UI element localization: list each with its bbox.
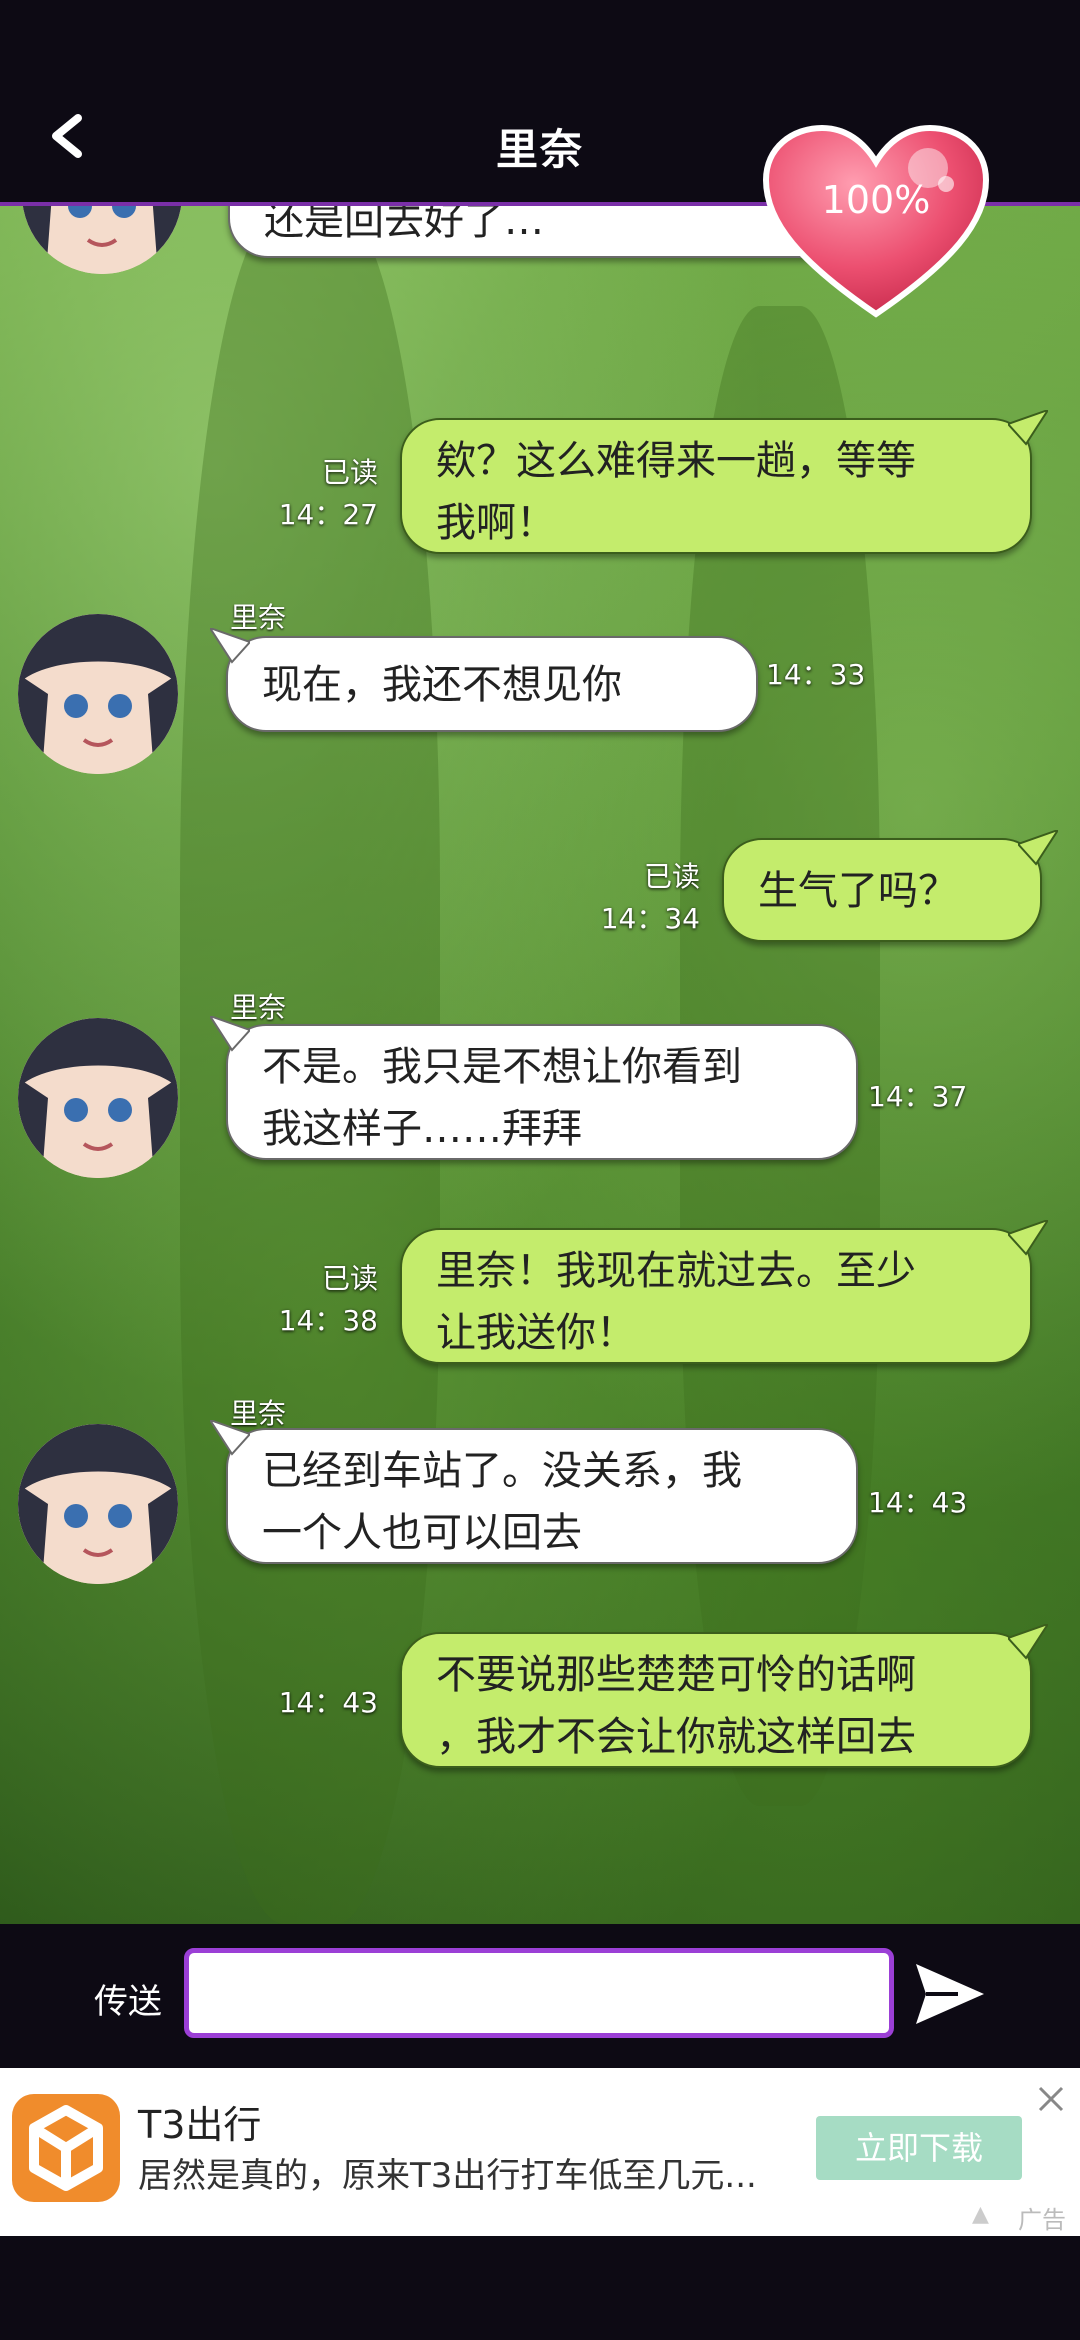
avatar[interactable] — [18, 1018, 178, 1178]
message-input[interactable] — [184, 1948, 894, 2038]
read-receipt: 已读 — [643, 860, 700, 893]
message-line: 已经到车站了。没关系，我 — [262, 1448, 742, 1494]
affinity-percent: 100% — [821, 178, 931, 222]
bubble-tail — [1018, 830, 1058, 866]
bubble-tail — [1008, 1624, 1048, 1660]
heart-icon — [762, 124, 990, 318]
chat-area[interactable]: 还是回去好了… 已读 14：27 欸？这么难得来一趟，等等 我啊！ 里奈 现在，… — [0, 206, 1080, 1924]
message-bubble-outgoing: 生气了吗？ — [722, 830, 1058, 942]
bubble-tail — [1008, 410, 1048, 446]
message-line: 欸？这么难得来一趟，等等 — [436, 438, 916, 484]
status-bar — [0, 0, 1080, 80]
close-icon[interactable] — [1036, 2084, 1066, 2114]
message-time: 14：37 — [868, 1080, 968, 1113]
message-line: 我啊！ — [436, 500, 556, 546]
message-time: 14：43 — [868, 1486, 968, 1519]
message-meta: 已读 14：34 — [590, 856, 700, 940]
message-bubble-outgoing: 欸？这么难得来一趟，等等 我啊！ — [400, 410, 1048, 554]
avatar — [22, 206, 182, 274]
bubble-tail — [210, 1420, 250, 1456]
message-input-bar: 传送 — [0, 1928, 1080, 2066]
ad-description[interactable]: 居然是真的，原来T3出行打车低至几元... — [138, 2148, 798, 2197]
message-bubble-incoming: 不是。我只是不想让你看到 我这样子……拜拜 — [210, 1016, 858, 1160]
message-line: 不是。我只是不想让你看到 — [262, 1044, 742, 1090]
bubble-tail — [210, 628, 250, 664]
message-line: 现在，我还不想见你 — [262, 662, 622, 708]
read-receipt: 已读 — [321, 456, 378, 489]
message-bubble-incoming: 现在，我还不想见你 — [210, 628, 758, 732]
ad-logo[interactable] — [12, 2094, 120, 2202]
send-label: 传送 — [94, 1982, 162, 2022]
message-line: 我这样子……拜拜 — [262, 1106, 582, 1152]
ad-banner[interactable]: T3出行 居然是真的，原来T3出行打车低至几元... 立即下载 ▲ 广告 — [0, 2068, 1080, 2236]
message-bubble-incoming: 已经到车站了。没关系，我 一个人也可以回去 — [210, 1420, 858, 1564]
ad-download-button[interactable]: 立即下载 — [816, 2116, 1022, 2180]
app-logo-icon — [29, 2105, 103, 2191]
message-time: 14：34 — [600, 902, 700, 935]
message-time: 14：38 — [278, 1304, 378, 1337]
message-line: 一个人也可以回去 — [262, 1510, 582, 1556]
ad-tag: 广告 — [1018, 2206, 1066, 2234]
message-time: 14：43 — [278, 1686, 378, 1719]
avatar[interactable] — [18, 1424, 178, 1584]
message-line: 让我送你！ — [436, 1310, 636, 1356]
message-text: 还是回去好了… — [264, 206, 544, 244]
message-line: 生气了吗？ — [758, 868, 958, 914]
message-line: ，我才不会让你就这样回去 — [436, 1714, 916, 1760]
message-time: 14：27 — [278, 498, 378, 531]
bubble-tail — [1008, 1220, 1048, 1256]
message-meta: 已读 14：38 — [250, 1258, 378, 1342]
avatar[interactable] — [18, 614, 178, 774]
ad-network-icon: ▲ — [972, 2202, 989, 2227]
message-line: 里奈！我现在就过去。至少 — [436, 1248, 916, 1294]
bubble-tail — [210, 1016, 250, 1052]
message-meta: 已读 14：27 — [250, 452, 378, 536]
read-receipt: 已读 — [321, 1262, 378, 1295]
navigation-bar-area — [0, 2236, 1080, 2340]
ad-title[interactable]: T3出行 — [138, 2094, 261, 2149]
message-bubble-outgoing: 里奈！我现在就过去。至少 让我送你！ — [400, 1220, 1048, 1364]
send-icon[interactable] — [912, 1960, 988, 2028]
message-line: 不要说那些楚楚可怜的话啊 — [436, 1652, 916, 1698]
message-time: 14：33 — [766, 658, 866, 691]
message-bubble-outgoing: 不要说那些楚楚可怜的话啊 ，我才不会让你就这样回去 — [400, 1624, 1048, 1768]
affinity-heart: 100% — [760, 122, 992, 322]
